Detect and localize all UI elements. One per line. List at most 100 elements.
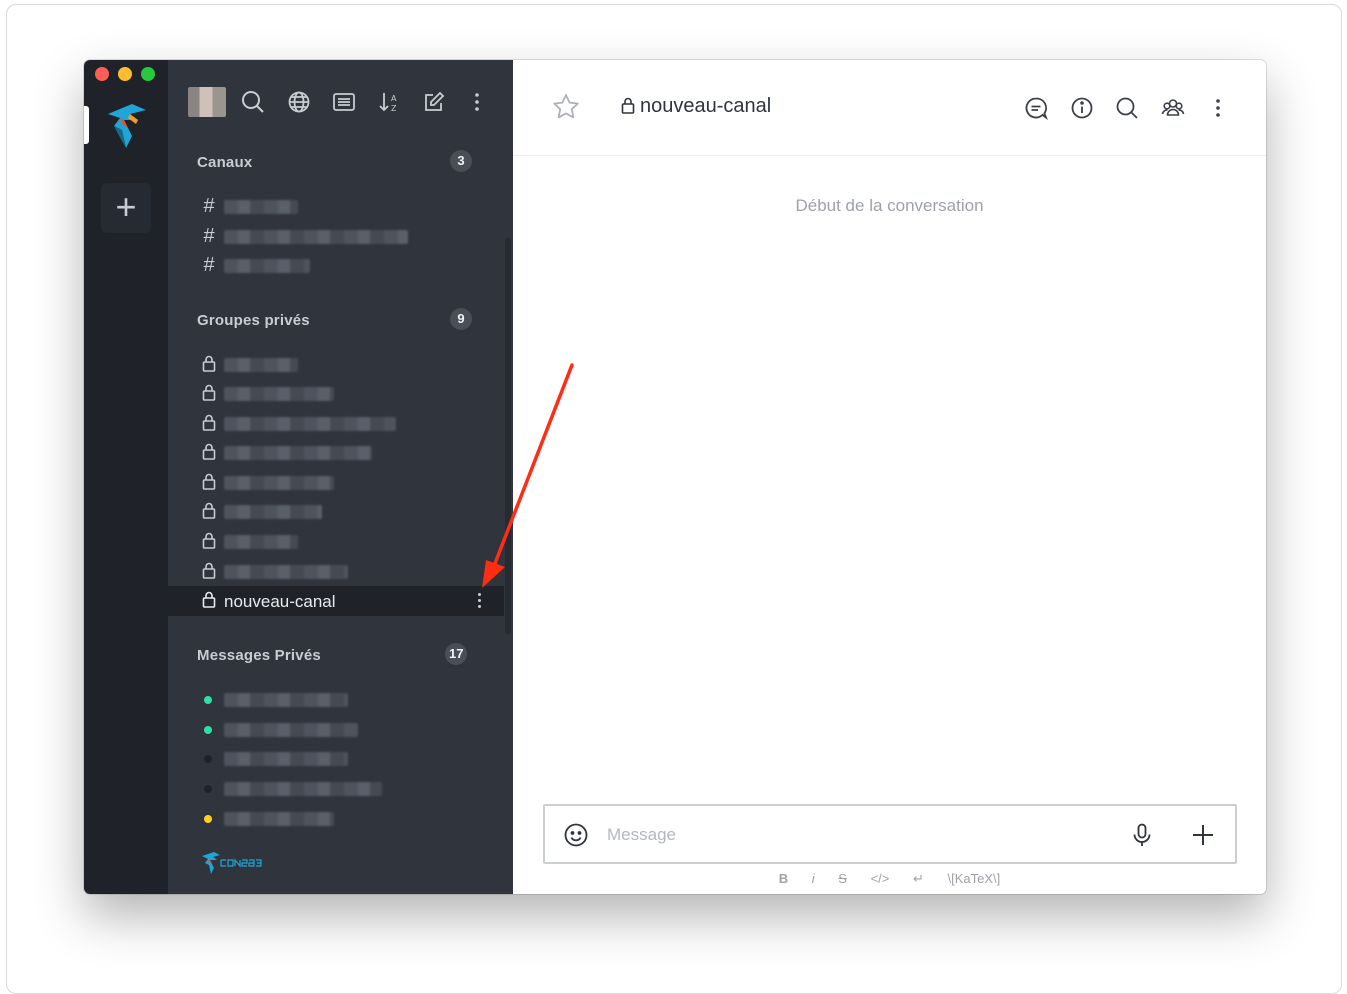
minimize-window-button[interactable] [118, 67, 132, 81]
window-controls [95, 67, 155, 81]
active-server-indicator [84, 106, 89, 144]
status-online-dot [204, 726, 212, 734]
redacted-user-name [224, 812, 334, 826]
private-group-item[interactable] [168, 379, 504, 409]
room-header: nouveau-canal [513, 60, 1266, 156]
lock-icon [200, 501, 218, 521]
discussion-icon[interactable] [1023, 95, 1049, 121]
room-title-text: nouveau-canal [640, 95, 772, 117]
section-title-private-groups: Groupes privés [197, 312, 310, 329]
lock-icon [200, 561, 218, 581]
lock-icon [200, 413, 218, 433]
directory-icon[interactable] [286, 89, 312, 115]
room-menu-kebab-icon[interactable] [476, 592, 482, 610]
user-avatar[interactable] [188, 87, 226, 117]
search-messages-icon[interactable] [1114, 95, 1140, 121]
lock-icon [200, 472, 218, 492]
private-group-item[interactable] [168, 497, 504, 527]
direct-message-item[interactable] [168, 715, 504, 745]
workspace-logo [202, 852, 262, 874]
private-group-item[interactable] [168, 438, 504, 468]
microphone-icon[interactable] [1128, 821, 1156, 849]
favorite-star-icon[interactable] [551, 92, 581, 122]
more-options-icon[interactable] [464, 89, 490, 115]
search-icon[interactable] [240, 89, 266, 115]
message-input[interactable] [605, 820, 1109, 850]
redacted-group-name [224, 387, 334, 401]
private-group-item[interactable] [168, 527, 504, 557]
sort-icon[interactable]: AZ [376, 89, 402, 115]
server-rail: + [84, 60, 168, 894]
sidebar-scrollbar[interactable] [505, 238, 511, 634]
redacted-group-name [224, 446, 372, 460]
lock-icon [200, 354, 218, 374]
redacted-user-name [224, 782, 382, 796]
redacted-user-name [224, 693, 348, 707]
svg-text:Z: Z [391, 104, 397, 113]
section-title-channels: Canaux [197, 154, 253, 171]
direct-message-item[interactable] [168, 744, 504, 774]
private-group-item-selected[interactable]: nouveau-canal [168, 586, 504, 616]
display-mode-icon[interactable] [331, 89, 357, 115]
create-new-icon[interactable] [421, 89, 447, 115]
lock-icon [200, 383, 218, 403]
redacted-group-name [224, 417, 396, 431]
strike-button[interactable]: S [838, 871, 847, 886]
redacted-user-name [224, 723, 358, 737]
redacted-group-name [224, 565, 348, 579]
channels-count-badge: 3 [450, 150, 472, 172]
katex-button[interactable]: \[KaTeX\] [948, 871, 1001, 886]
sidebar: AZ Canaux 3 # # # Groupes privés 9 nouve… [168, 60, 513, 894]
direct-message-item[interactable] [168, 685, 504, 715]
status-offline-dot [204, 785, 212, 793]
close-window-button[interactable] [95, 67, 109, 81]
status-away-dot [204, 815, 212, 823]
redacted-user-name [224, 752, 348, 766]
app-window: + AZ Canaux 3 # # # Groupes privés 9 nou… [84, 60, 1266, 894]
add-attachment-icon[interactable] [1189, 821, 1217, 849]
private-group-item[interactable] [168, 409, 504, 439]
channel-item[interactable]: # [168, 192, 504, 222]
italic-button[interactable]: i [812, 871, 815, 886]
redacted-group-name [224, 535, 298, 549]
main-panel: nouveau-canal Début de la conversation M… [513, 60, 1266, 894]
hash-icon: # [203, 225, 215, 247]
redacted-channel-name [224, 200, 298, 214]
direct-messages-count-badge: 17 [445, 643, 468, 665]
channel-item[interactable]: # [168, 251, 504, 281]
add-server-button[interactable]: + [101, 183, 151, 233]
channel-item[interactable]: # [168, 222, 504, 252]
redacted-channel-name [224, 230, 408, 244]
members-icon[interactable] [1160, 95, 1186, 121]
redacted-group-name [224, 476, 334, 490]
redacted-channel-name [224, 259, 310, 273]
formatting-toolbar: B i S </> ↵ \[KaTeX\] [513, 871, 1266, 887]
redacted-group-name [224, 505, 322, 519]
room-info-icon[interactable] [1069, 95, 1095, 121]
direct-message-item[interactable] [168, 804, 504, 834]
private-group-item[interactable] [168, 350, 504, 380]
room-kebab-icon[interactable] [1205, 95, 1231, 121]
lock-icon [200, 442, 218, 462]
lock-icon [621, 97, 635, 114]
emoji-icon[interactable] [562, 821, 590, 849]
hash-icon: # [203, 195, 215, 217]
status-online-dot [204, 696, 212, 704]
maximize-window-button[interactable] [141, 67, 155, 81]
hash-icon: # [203, 254, 215, 276]
redacted-group-name [224, 358, 298, 372]
room-title: nouveau-canal [621, 95, 771, 118]
direct-message-item[interactable] [168, 774, 504, 804]
private-group-item[interactable] [168, 468, 504, 498]
multiline-button[interactable]: ↵ [913, 871, 924, 887]
lock-icon [200, 531, 218, 551]
svg-text:A: A [391, 94, 397, 103]
private-group-item[interactable] [168, 557, 504, 587]
server-logo-icon[interactable] [102, 100, 150, 150]
bold-button[interactable]: B [779, 871, 788, 886]
code-button[interactable]: </> [871, 871, 890, 886]
section-title-direct-messages: Messages Privés [197, 647, 321, 664]
status-offline-dot [204, 755, 212, 763]
private-groups-count-badge: 9 [450, 308, 472, 330]
conversation-start-label: Début de la conversation [795, 196, 984, 215]
